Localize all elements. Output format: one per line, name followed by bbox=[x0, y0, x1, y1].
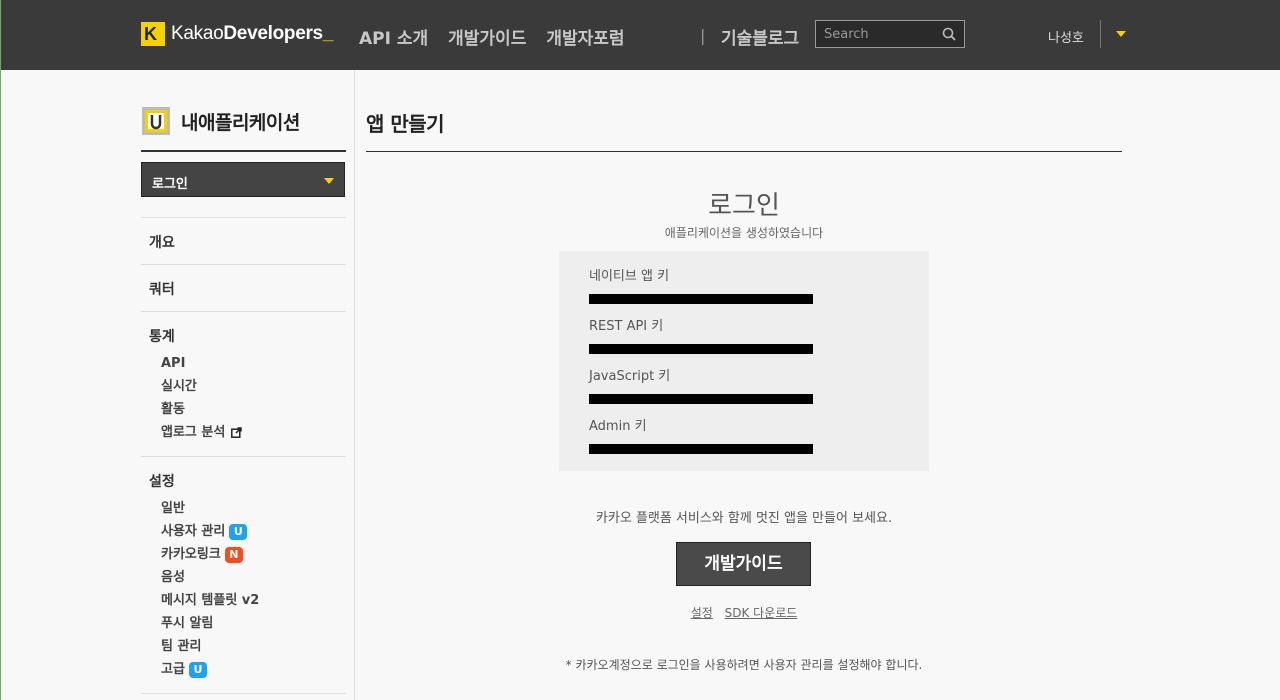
my-apps-icon bbox=[142, 107, 170, 135]
user-menu-caret-icon[interactable] bbox=[1116, 31, 1126, 37]
footnote: * 카카오계정으로 로그인을 사용하려면 사용자 관리를 설정해야 합니다. bbox=[565, 658, 923, 672]
search-box bbox=[815, 20, 965, 48]
menu-group-quota: 쿼터 bbox=[141, 264, 346, 311]
redacted-key-value bbox=[589, 394, 813, 404]
key-rest: REST API 키 bbox=[589, 315, 899, 365]
sidebar-item-label: API bbox=[161, 356, 186, 371]
sidebar-item-label: 음성 bbox=[161, 570, 185, 585]
sidebar-item-activity[interactable]: 활동 bbox=[149, 398, 338, 421]
sidebar-title-text: 내애플리케이션 bbox=[181, 112, 300, 134]
sidebar-item-push[interactable]: 푸시 알림 bbox=[149, 612, 338, 635]
main-nav: API 소개 개발가이드 개발자포럼 bbox=[359, 24, 625, 49]
sidebar-item-applog[interactable]: 앱로그 분석 bbox=[149, 421, 338, 444]
sidebar-title: 내애플리케이션 bbox=[141, 106, 346, 152]
sidebar-item-voice[interactable]: 음성 bbox=[149, 566, 338, 589]
dev-guide-button[interactable]: 개발가이드 bbox=[676, 542, 811, 586]
chevron-down-icon bbox=[324, 178, 334, 184]
helper-links: 설정 SDK 다운로드 bbox=[366, 604, 1122, 621]
page-title: 앱 만들기 bbox=[366, 112, 445, 136]
sidebar-item-general[interactable]: 일반 bbox=[149, 497, 338, 520]
key-javascript: JavaScript 키 bbox=[589, 365, 899, 415]
sidebar-item-label: 푸시 알림 bbox=[161, 616, 214, 631]
sidebar-item-label: 카카오링크 bbox=[161, 547, 221, 562]
key-label: Admin 키 bbox=[589, 419, 647, 434]
settings-link[interactable]: 설정 bbox=[691, 606, 713, 620]
sidebar-item-label: 고급 bbox=[161, 662, 185, 677]
sidebar-item-advanced[interactable]: 고급 U bbox=[149, 658, 338, 681]
promo-text: 카카오 플랫폼 서비스와 함께 멋진 앱을 만들어 보세요. bbox=[595, 511, 893, 526]
sidebar-item-overview[interactable]: 개요 bbox=[149, 232, 338, 252]
nav-tech-blog[interactable]: 기술블로그 bbox=[721, 24, 799, 49]
sidebar-item-message-template[interactable]: 메시지 템플릿 v2 bbox=[149, 589, 338, 612]
logo-text-bold: Developers bbox=[223, 23, 323, 44]
nav-dev-guide[interactable]: 개발가이드 bbox=[448, 24, 526, 49]
sidebar-item-realtime[interactable]: 실시간 bbox=[149, 375, 338, 398]
menu-group-end bbox=[141, 693, 346, 694]
redacted-key-value bbox=[589, 444, 813, 454]
sidebar-item-user-management[interactable]: 사용자 관리 U bbox=[149, 520, 338, 543]
key-label: REST API 키 bbox=[589, 319, 664, 334]
redacted-key-value bbox=[589, 344, 813, 354]
sidebar-item-settings[interactable]: 설정 bbox=[149, 471, 338, 491]
title-divider bbox=[366, 151, 1122, 152]
sidebar-item-label: 앱로그 분석 bbox=[161, 425, 226, 440]
logo-k-mark: K bbox=[141, 22, 165, 46]
key-label: 네이티브 앱 키 bbox=[589, 269, 670, 284]
sidebar-item-api[interactable]: API bbox=[149, 352, 338, 375]
sidebar-item-kakaolink[interactable]: 카카오링크 N bbox=[149, 543, 338, 566]
key-native: 네이티브 앱 키 bbox=[589, 265, 899, 315]
search-input[interactable] bbox=[816, 21, 936, 47]
new-badge: N bbox=[224, 546, 243, 563]
logo-text-light: Kakao bbox=[171, 23, 224, 44]
nav-api-intro[interactable]: API 소개 bbox=[359, 24, 428, 49]
sidebar-item-quota[interactable]: 쿼터 bbox=[149, 279, 338, 299]
app-created-message: 애플리케이션을 생성하였습니다 bbox=[664, 226, 824, 240]
search-icon[interactable] bbox=[942, 27, 956, 41]
top-header: K KakaoDevelopers_ API 소개 개발가이드 개발자포럼 | … bbox=[1, 0, 1280, 70]
menu-group-settings: 설정 일반 사용자 관리 U 카카오링크 N 음성 메시지 템플릿 v2 푸시 알림… bbox=[141, 456, 346, 693]
settings-submenu: 일반 사용자 관리 U 카카오링크 N 음성 메시지 템플릿 v2 푸시 알림 팀 … bbox=[149, 497, 338, 681]
user-badge: U bbox=[188, 661, 207, 678]
sidebar-item-label: 활동 bbox=[161, 402, 185, 417]
sidebar-item-label: 사용자 관리 bbox=[161, 524, 226, 539]
sdk-download-link[interactable]: SDK 다운로드 bbox=[725, 606, 798, 620]
kakao-developers-logo[interactable]: K KakaoDevelopers_ bbox=[141, 22, 333, 46]
user-name[interactable]: 나성호 bbox=[1048, 27, 1084, 46]
external-link-icon bbox=[231, 427, 243, 438]
nav-dev-forum[interactable]: 개발자포럼 bbox=[546, 24, 624, 49]
key-admin: Admin 키 bbox=[589, 415, 899, 465]
nav-separator: | bbox=[700, 26, 706, 45]
sidebar: 내애플리케이션 로그인 개요 쿼터 통계 API 실시간 활동 앱로그 분석 설… bbox=[141, 70, 355, 700]
app-keys-panel: 네이티브 앱 키 REST API 키 JavaScript 키 Admin 키 bbox=[559, 251, 929, 471]
app-selector-value: 로그인 bbox=[152, 177, 188, 192]
app-selector-dropdown[interactable]: 로그인 bbox=[141, 162, 345, 197]
stats-submenu: API 실시간 활동 앱로그 분석 bbox=[149, 352, 338, 444]
logo-cursor: _ bbox=[322, 23, 334, 44]
user-divider bbox=[1100, 20, 1101, 48]
sidebar-item-label: 메시지 템플릿 v2 bbox=[161, 593, 260, 608]
logo-wordmark: KakaoDevelopers_ bbox=[171, 23, 333, 45]
key-label: JavaScript 키 bbox=[589, 369, 671, 384]
sidebar-menu: 개요 쿼터 통계 API 실시간 활동 앱로그 분석 설정 일반 사용자 관리 … bbox=[141, 217, 346, 694]
sidebar-item-label: 일반 bbox=[161, 501, 185, 516]
sidebar-item-label: 팀 관리 bbox=[161, 639, 202, 654]
sidebar-item-stats[interactable]: 통계 bbox=[149, 326, 338, 346]
menu-group-stats: 통계 API 실시간 활동 앱로그 분석 bbox=[141, 311, 346, 456]
created-app-name: 로그인 bbox=[708, 191, 780, 221]
user-badge: U bbox=[229, 523, 248, 540]
sidebar-item-team[interactable]: 팀 관리 bbox=[149, 635, 338, 658]
sidebar-item-label: 실시간 bbox=[161, 379, 197, 394]
menu-group-overview: 개요 bbox=[141, 217, 346, 264]
redacted-key-value bbox=[589, 294, 813, 304]
